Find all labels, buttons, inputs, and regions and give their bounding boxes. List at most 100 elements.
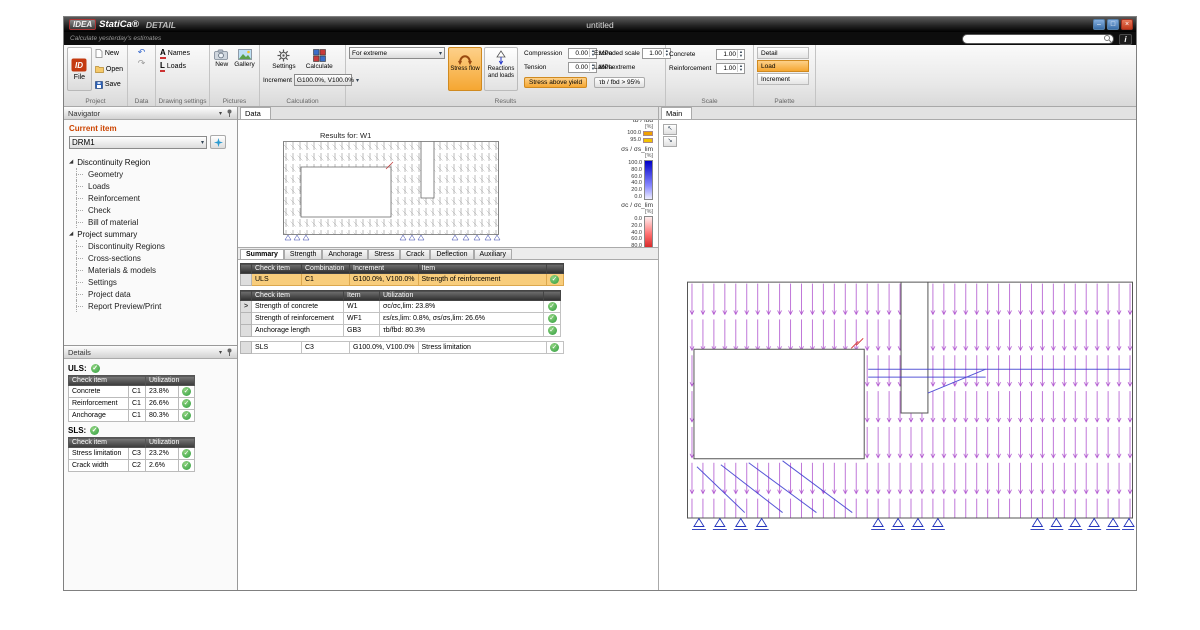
sidebar-item-discontinuity-regions[interactable]: Discontinuity Regions — [64, 240, 237, 252]
search-input[interactable] — [963, 35, 1103, 43]
table-row[interactable]: Strength of reinforcement WF1 εs/εs,lim:… — [241, 313, 561, 325]
file-button[interactable]: ID File — [67, 47, 92, 91]
tab-data[interactable]: Data — [240, 107, 271, 119]
maximize-button[interactable]: □ — [1107, 19, 1119, 30]
names-toggle-button[interactable]: A Names — [159, 47, 206, 60]
idea-file-icon: ID — [71, 58, 87, 72]
check-icon: ✓ — [91, 364, 100, 373]
sidebar-item-settings[interactable]: Settings — [64, 276, 237, 288]
new-project-button[interactable]: New — [94, 47, 124, 60]
sidebar-item-geometry[interactable]: Geometry — [64, 168, 237, 180]
check-results-table: Check item Combination Increment Item UL… — [240, 263, 564, 286]
sidebar-item-bill-of-material[interactable]: Bill of material — [64, 216, 237, 228]
main-canvas[interactable]: ↖ ↘ — [659, 120, 1136, 590]
new-picture-button[interactable]: New — [213, 47, 230, 95]
sidebar-item-report-preview-print[interactable]: Report Preview/Print — [64, 300, 237, 312]
concrete-scale-spinner[interactable]: 1.00▲▼ — [716, 49, 745, 60]
ribbon-group-drawing-settings: A Names L Loads Drawing settings — [156, 45, 210, 106]
table-row[interactable]: ReinforcementC126.6%✓ — [69, 398, 195, 410]
sidebar-item-loads[interactable]: Loads — [64, 180, 237, 192]
table-row[interactable]: ConcreteC123.8%✓ — [69, 386, 195, 398]
sigma-c-colorbar — [644, 216, 653, 247]
stress-flow-icon — [457, 50, 473, 65]
tab-stress[interactable]: Stress — [368, 249, 400, 259]
palette-detail-button[interactable]: Detail — [757, 47, 809, 59]
sidebar-item-cross-sections[interactable]: Cross-sections — [64, 252, 237, 264]
reinforcement-scale-value: 1.00 — [717, 65, 737, 72]
tab-main[interactable]: Main — [661, 107, 692, 119]
tab-anchorage[interactable]: Anchorage — [322, 249, 368, 259]
current-item-value: DRM1 — [72, 138, 95, 147]
gallery-button[interactable]: Gallery — [233, 47, 256, 95]
check-results-table-sls: SLS C3 G100.0%, V100.0% Stress limitatio… — [240, 341, 564, 354]
gear-icon — [277, 49, 290, 62]
open-project-button[interactable]: Open — [94, 63, 124, 76]
legend-swatch — [643, 138, 653, 143]
row-marker: > — [241, 301, 252, 313]
compression-spinner[interactable]: 0.00▲▼ — [568, 48, 597, 59]
sidebar-item-reinforcement[interactable]: Reinforcement — [64, 192, 237, 204]
table-row[interactable]: AnchorageC180.3%✓ — [69, 410, 195, 422]
settings-button[interactable]: Settings — [271, 47, 297, 72]
info-button[interactable]: i — [1119, 34, 1132, 45]
panel-menu-icon[interactable]: ▾ — [219, 110, 222, 117]
tension-spinner[interactable]: 0.00▲▼ — [568, 62, 597, 73]
table-row-sls[interactable]: SLS C3 G100.0%, V100.0% Stress limitatio… — [241, 342, 564, 354]
loads-toggle-button[interactable]: L Loads — [159, 60, 206, 73]
spinner-arrows-icon[interactable]: ▲▼ — [737, 50, 744, 58]
tab-auxiliary[interactable]: Auxiliary — [474, 249, 512, 259]
panel-menu-icon[interactable]: ▾ — [219, 349, 222, 356]
minimize-button[interactable]: – — [1093, 19, 1105, 30]
loads-label: Loads — [167, 63, 186, 70]
zoom-extents-button[interactable]: ↘ — [663, 136, 677, 147]
redo-button[interactable]: ↷ — [131, 58, 152, 69]
palette-increment-button[interactable]: Increment — [757, 73, 809, 85]
sls-label: SLS: — [68, 426, 86, 435]
reactions-loads-button[interactable]: Reactions and loads — [484, 47, 518, 91]
group-label-palette: Palette — [754, 98, 815, 105]
results-title: Results for: W1 — [320, 131, 371, 140]
tab-crack[interactable]: Crack — [400, 249, 430, 259]
table-row[interactable]: Crack widthC22.6%✓ — [69, 460, 195, 472]
for-extreme-select[interactable]: For extreme ▾ — [349, 47, 445, 59]
close-button[interactable]: × — [1121, 19, 1133, 30]
check-icon: ✓ — [90, 426, 99, 435]
results-view[interactable]: Results for: W1 — [238, 120, 658, 247]
reinforcement-scale-spinner[interactable]: 1.00▲▼ — [716, 63, 745, 74]
undo-button[interactable]: ↶ — [131, 47, 152, 58]
zoom-fit-button[interactable]: ↖ — [663, 124, 677, 135]
sidebar-item-project-data[interactable]: Project data — [64, 288, 237, 300]
search-box[interactable] — [962, 34, 1114, 44]
tab-summary[interactable]: Summary — [240, 249, 284, 259]
window-controls: – □ × — [1093, 19, 1133, 30]
save-project-button[interactable]: Save — [94, 78, 124, 91]
chevron-down-icon: ▾ — [201, 139, 204, 146]
sidebar-section-discontinuity-region[interactable]: ◢ Discontinuity Region — [64, 156, 237, 168]
pin-icon[interactable] — [226, 348, 233, 356]
current-item-select[interactable]: DRM1 ▾ — [69, 136, 207, 149]
spinner-arrows-icon[interactable]: ▲▼ — [737, 64, 744, 72]
sidebar-section-project-summary[interactable]: ◢ Project summary — [64, 228, 237, 240]
tab-deflection[interactable]: Deflection — [430, 249, 473, 259]
calculate-button[interactable]: Calculate — [305, 47, 334, 72]
sidebar-item-materials-models[interactable]: Materials & models — [64, 264, 237, 276]
stress-above-yield-button[interactable]: Stress above yield — [524, 77, 587, 88]
table-row[interactable]: Anchorage length GB3 τb/fbd: 80.3% ✓ — [241, 325, 561, 337]
increment-select[interactable]: G100.0%, V100.0% ▾ — [294, 74, 352, 86]
current-item-action-button[interactable] — [210, 135, 226, 149]
camera-icon — [214, 49, 229, 60]
label-extreme-toggle[interactable]: Label extreme — [594, 64, 635, 71]
exceeded-scale-value: 1.00 — [643, 50, 663, 57]
table-row[interactable]: > Strength of concrete W1 σc/σc,lim: 23.… — [241, 301, 561, 313]
tb-fbd-button[interactable]: τb / fbd > 95% — [594, 77, 645, 88]
ribbon-group-scale: Concrete 1.00▲▼ Reinforcement 1.00▲▼ Sca… — [666, 45, 754, 106]
table-row-uls[interactable]: ULS C1 G100.0%, V100.0% Strength of rein… — [241, 274, 564, 286]
stress-flow-button[interactable]: Stress flow — [448, 47, 482, 91]
legend-sigma-c: σc / σc_lim [%] 0.020.040.060.080.0100.0 — [621, 202, 653, 247]
group-label-data: Data — [128, 98, 155, 105]
sidebar-item-check[interactable]: Check — [64, 204, 237, 216]
palette-load-button[interactable]: Load — [757, 60, 809, 72]
table-row[interactable]: Stress limitationC323.2%✓ — [69, 448, 195, 460]
pin-icon[interactable] — [226, 109, 233, 117]
tab-strength[interactable]: Strength — [284, 249, 322, 259]
